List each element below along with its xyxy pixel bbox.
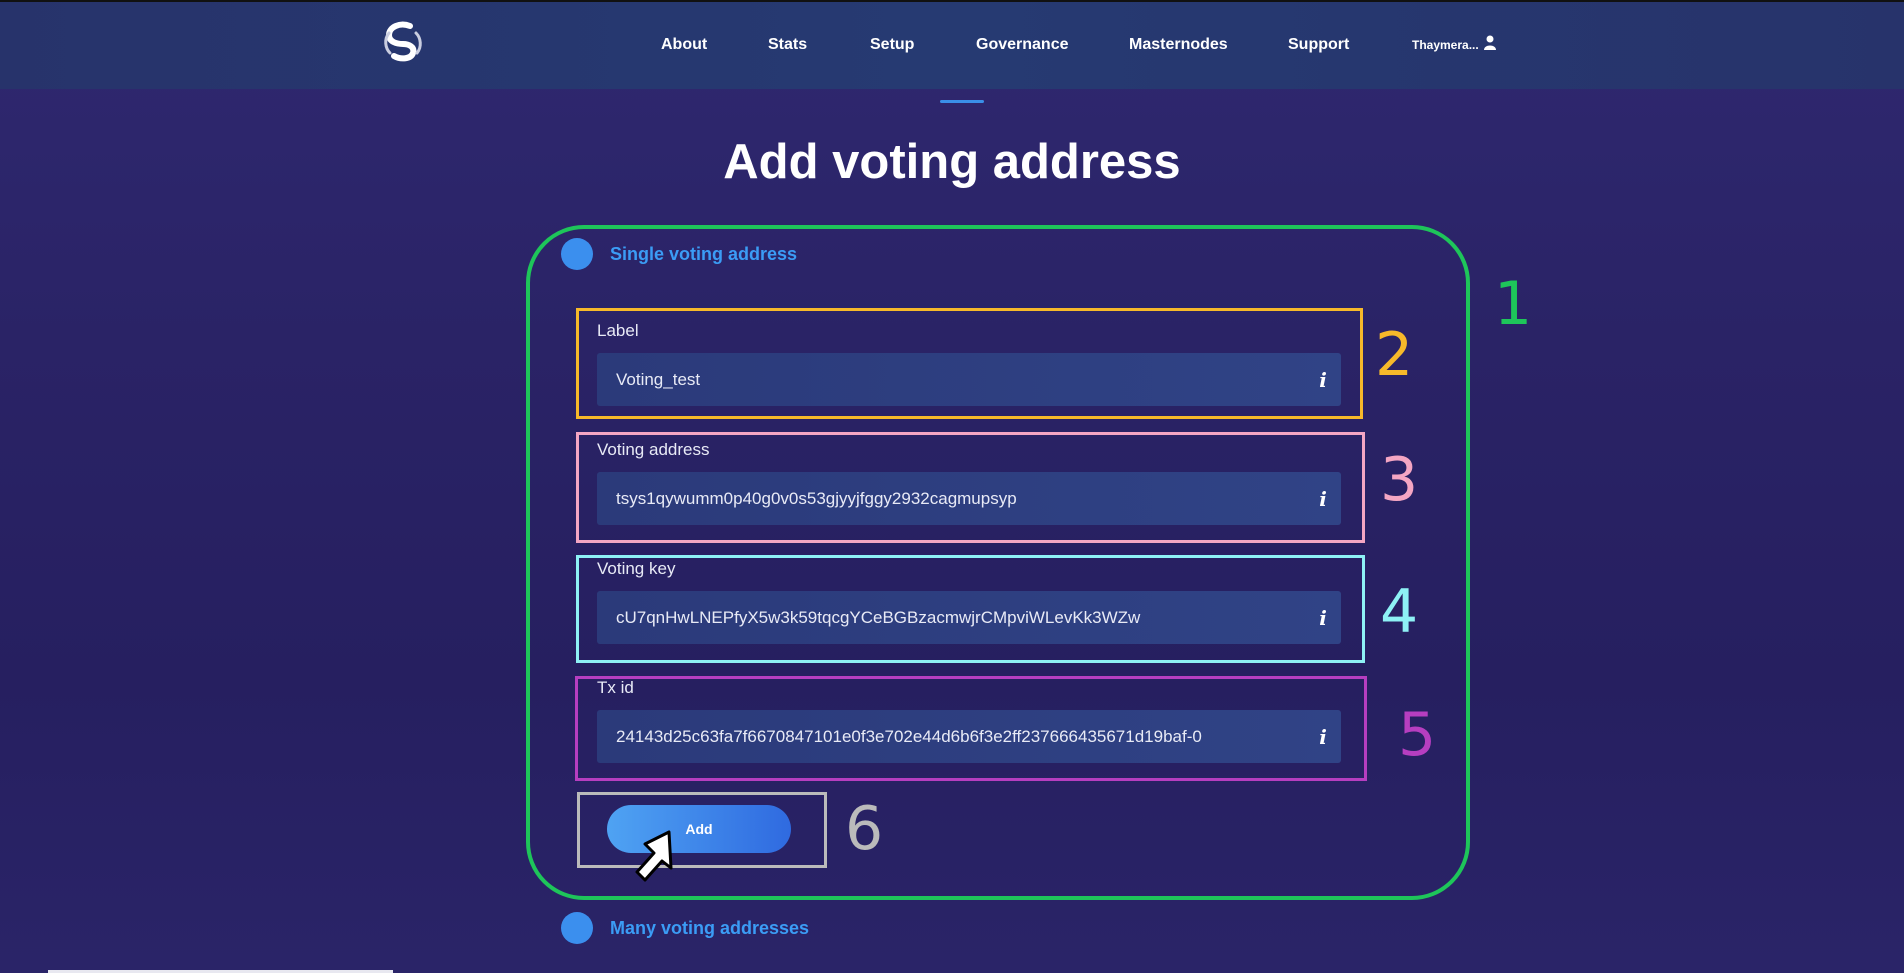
voting-address-input[interactable] (616, 472, 1296, 525)
many-addresses-label[interactable]: Many voting addresses (610, 918, 809, 939)
tx-id-input[interactable] (616, 710, 1296, 763)
voting-key-input[interactable] (616, 591, 1296, 644)
info-icon[interactable]: i (1317, 488, 1329, 510)
info-icon[interactable]: i (1317, 607, 1329, 629)
nav-governance[interactable]: Governance (976, 36, 1068, 54)
voting-address-field-label: Voting address (597, 440, 710, 459)
annotation-number-3: 3 (1380, 445, 1419, 515)
single-address-radio[interactable] (561, 238, 593, 270)
label-field: i (597, 353, 1341, 406)
syscoin-logo-icon[interactable] (380, 20, 426, 66)
label-input[interactable] (616, 353, 1296, 406)
single-address-label[interactable]: Single voting address (610, 244, 797, 265)
user-icon[interactable] (1484, 35, 1496, 51)
voting-key-field: i (597, 591, 1341, 644)
annotation-number-2: 2 (1375, 320, 1414, 390)
voting-key-field-label: Voting key (597, 559, 676, 578)
info-icon[interactable]: i (1317, 726, 1329, 748)
nav-support[interactable]: Support (1288, 36, 1349, 54)
nav-about[interactable]: About (661, 36, 707, 54)
active-nav-indicator (940, 100, 984, 103)
nav-masternodes[interactable]: Masternodes (1129, 36, 1228, 54)
page-title: Add voting address (723, 135, 1181, 189)
user-name[interactable]: Thaymera... (1412, 38, 1479, 52)
label-field-label: Label (597, 321, 639, 340)
nav-setup[interactable]: Setup (870, 36, 914, 54)
annotation-number-1: 1 (1494, 269, 1533, 339)
annotation-number-4: 4 (1380, 577, 1419, 647)
tx-id-field-label: Tx id (597, 678, 634, 697)
annotation-number-6: 6 (845, 794, 884, 864)
top-navbar: About Stats Setup Governance Masternodes… (0, 2, 1904, 89)
annotation-number-5: 5 (1398, 700, 1437, 770)
tx-id-field: i (597, 710, 1341, 763)
voting-address-field: i (597, 472, 1341, 525)
info-icon[interactable]: i (1317, 369, 1329, 391)
many-addresses-radio[interactable] (561, 912, 593, 944)
pointer-cursor-icon (635, 830, 673, 882)
nav-stats[interactable]: Stats (768, 36, 807, 54)
